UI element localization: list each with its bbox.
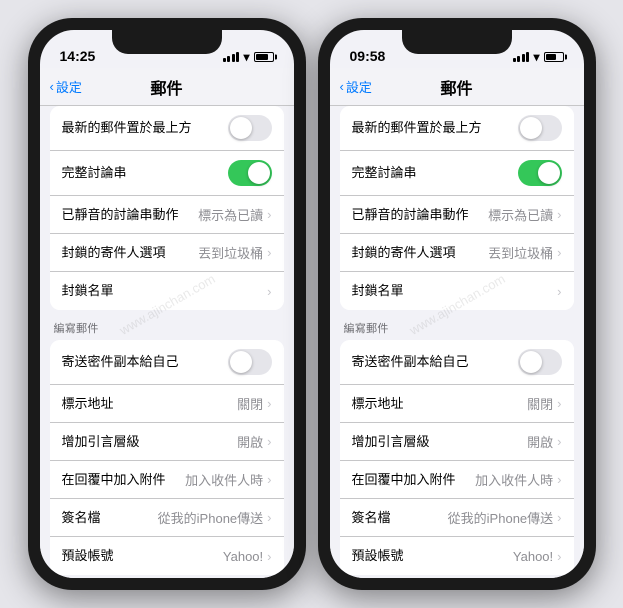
row-blocked-sender-1[interactable]: 封鎖的寄件人選項 丟到垃圾桶 › [50, 234, 284, 272]
chevron-icon-quote-2: › [557, 434, 561, 449]
section2-label-2: 編寫郵件 [330, 314, 584, 340]
back-chevron-icon-2: ‹ [340, 79, 344, 94]
row-newest-mail-2[interactable]: 最新的郵件置於最上方 [340, 106, 574, 151]
row-full-thread-2[interactable]: 完整討論串 [340, 151, 574, 196]
chevron-icon-address-1: › [267, 396, 271, 411]
status-icons-1: ▾ [223, 50, 274, 64]
row-signature-1[interactable]: 簽名檔 從我的iPhone傳送 › [50, 499, 284, 537]
chevron-icon-blocked-1: › [267, 245, 271, 260]
chevron-icon-sig-1: › [267, 510, 271, 525]
row-quote-2[interactable]: 增加引言層級 開啟 › [340, 423, 574, 461]
nav-bar-1: ‹ 設定 郵件 [40, 68, 294, 106]
group2-phone1: 寄送密件副本給自己 標示地址 關閉 › 增加引言層級 開啟 › 在回覆中加 [50, 340, 284, 575]
signal-icon-2 [513, 52, 530, 62]
chevron-icon-quote-1: › [267, 434, 271, 449]
nav-bar-2: ‹ 設定 郵件 [330, 68, 584, 106]
chevron-icon-acc-2: › [557, 549, 561, 564]
nav-back-2[interactable]: ‹ 設定 [340, 77, 372, 96]
chevron-icon-muted-1: › [267, 207, 271, 222]
chevron-icon-list-2: › [557, 284, 561, 299]
battery-icon-1 [254, 52, 274, 62]
row-blocked-sender-2[interactable]: 封鎖的寄件人選項 丟到垃圾桶 › [340, 234, 574, 272]
settings-content-2: 最新的郵件置於最上方 完整討論串 已靜音的討論串動作 標示為已讀 › 封鎖的寄件… [330, 106, 584, 578]
row-attachment-1[interactable]: 在回覆中加入附件 加入收件人時 › [50, 461, 284, 499]
toggle-full-thread-2[interactable] [518, 160, 562, 186]
signal-icon-1 [223, 52, 240, 62]
toggle-full-thread-1[interactable] [228, 160, 272, 186]
row-default-account-1[interactable]: 預設帳號 Yahoo! › [50, 537, 284, 575]
row-muted-thread-1[interactable]: 已靜音的討論串動作 標示為已讀 › [50, 196, 284, 234]
row-newest-mail-1[interactable]: 最新的郵件置於最上方 [50, 106, 284, 151]
phone-2: 09:58 ▾ ‹ 設定 [318, 18, 596, 590]
row-default-account-2[interactable]: 預設帳號 Yahoo! › [340, 537, 574, 575]
row-address-2[interactable]: 標示地址 關閉 › [340, 385, 574, 423]
chevron-icon-address-2: › [557, 396, 561, 411]
group1-phone2: 最新的郵件置於最上方 完整討論串 已靜音的討論串動作 標示為已讀 › 封鎖的寄件… [340, 106, 574, 310]
chevron-icon-list-1: › [267, 284, 271, 299]
back-chevron-icon-1: ‹ [50, 79, 54, 94]
row-bcc-2[interactable]: 寄送密件副本給自己 [340, 340, 574, 385]
row-quote-1[interactable]: 增加引言層級 開啟 › [50, 423, 284, 461]
row-address-1[interactable]: 標示地址 關閉 › [50, 385, 284, 423]
chevron-icon-sig-2: › [557, 510, 561, 525]
row-blocked-list-1[interactable]: 封鎖名單 › [50, 272, 284, 310]
row-blocked-list-2[interactable]: 封鎖名單 › [340, 272, 574, 310]
toggle-bcc-1[interactable] [228, 349, 272, 375]
toggle-bcc-2[interactable] [518, 349, 562, 375]
wifi-icon-1: ▾ [243, 50, 249, 64]
chevron-icon-attach-2: › [557, 472, 561, 487]
section2-label-1: 編寫郵件 [40, 314, 294, 340]
notch-2 [402, 30, 512, 54]
chevron-icon-muted-2: › [557, 207, 561, 222]
group1-phone1: 最新的郵件置於最上方 完整討論串 已靜音的討論串動作 標示為已讀 › 封鎖的寄件… [50, 106, 284, 310]
wifi-icon-2: ▾ [533, 50, 539, 64]
row-attachment-2[interactable]: 在回覆中加入附件 加入收件人時 › [340, 461, 574, 499]
chevron-icon-blocked-2: › [557, 245, 561, 260]
chevron-icon-attach-1: › [267, 472, 271, 487]
nav-back-1[interactable]: ‹ 設定 [50, 77, 82, 96]
row-muted-thread-2[interactable]: 已靜音的討論串動作 標示為已讀 › [340, 196, 574, 234]
battery-icon-2 [544, 52, 564, 62]
notch-1 [112, 30, 222, 54]
time-1: 14:25 [60, 48, 96, 64]
phone-1: 14:25 ▾ ‹ 設定 [28, 18, 306, 590]
time-2: 09:58 [350, 48, 386, 64]
row-full-thread-1[interactable]: 完整討論串 [50, 151, 284, 196]
nav-title-1: 郵件 [150, 75, 182, 99]
status-icons-2: ▾ [513, 50, 564, 64]
group2-phone2: 寄送密件副本給自己 標示地址 關閉 › 增加引言層級 開啟 › 在回覆中加 [340, 340, 574, 575]
row-bcc-1[interactable]: 寄送密件副本給自己 [50, 340, 284, 385]
toggle-newest-mail-1[interactable] [228, 115, 272, 141]
chevron-icon-acc-1: › [267, 549, 271, 564]
settings-content-1: 最新的郵件置於最上方 完整討論串 已靜音的討論串動作 標示為已讀 › 封鎖的寄件… [40, 106, 294, 578]
nav-title-2: 郵件 [440, 75, 472, 99]
toggle-newest-mail-2[interactable] [518, 115, 562, 141]
row-signature-2[interactable]: 簽名檔 從我的iPhone傳送 › [340, 499, 574, 537]
